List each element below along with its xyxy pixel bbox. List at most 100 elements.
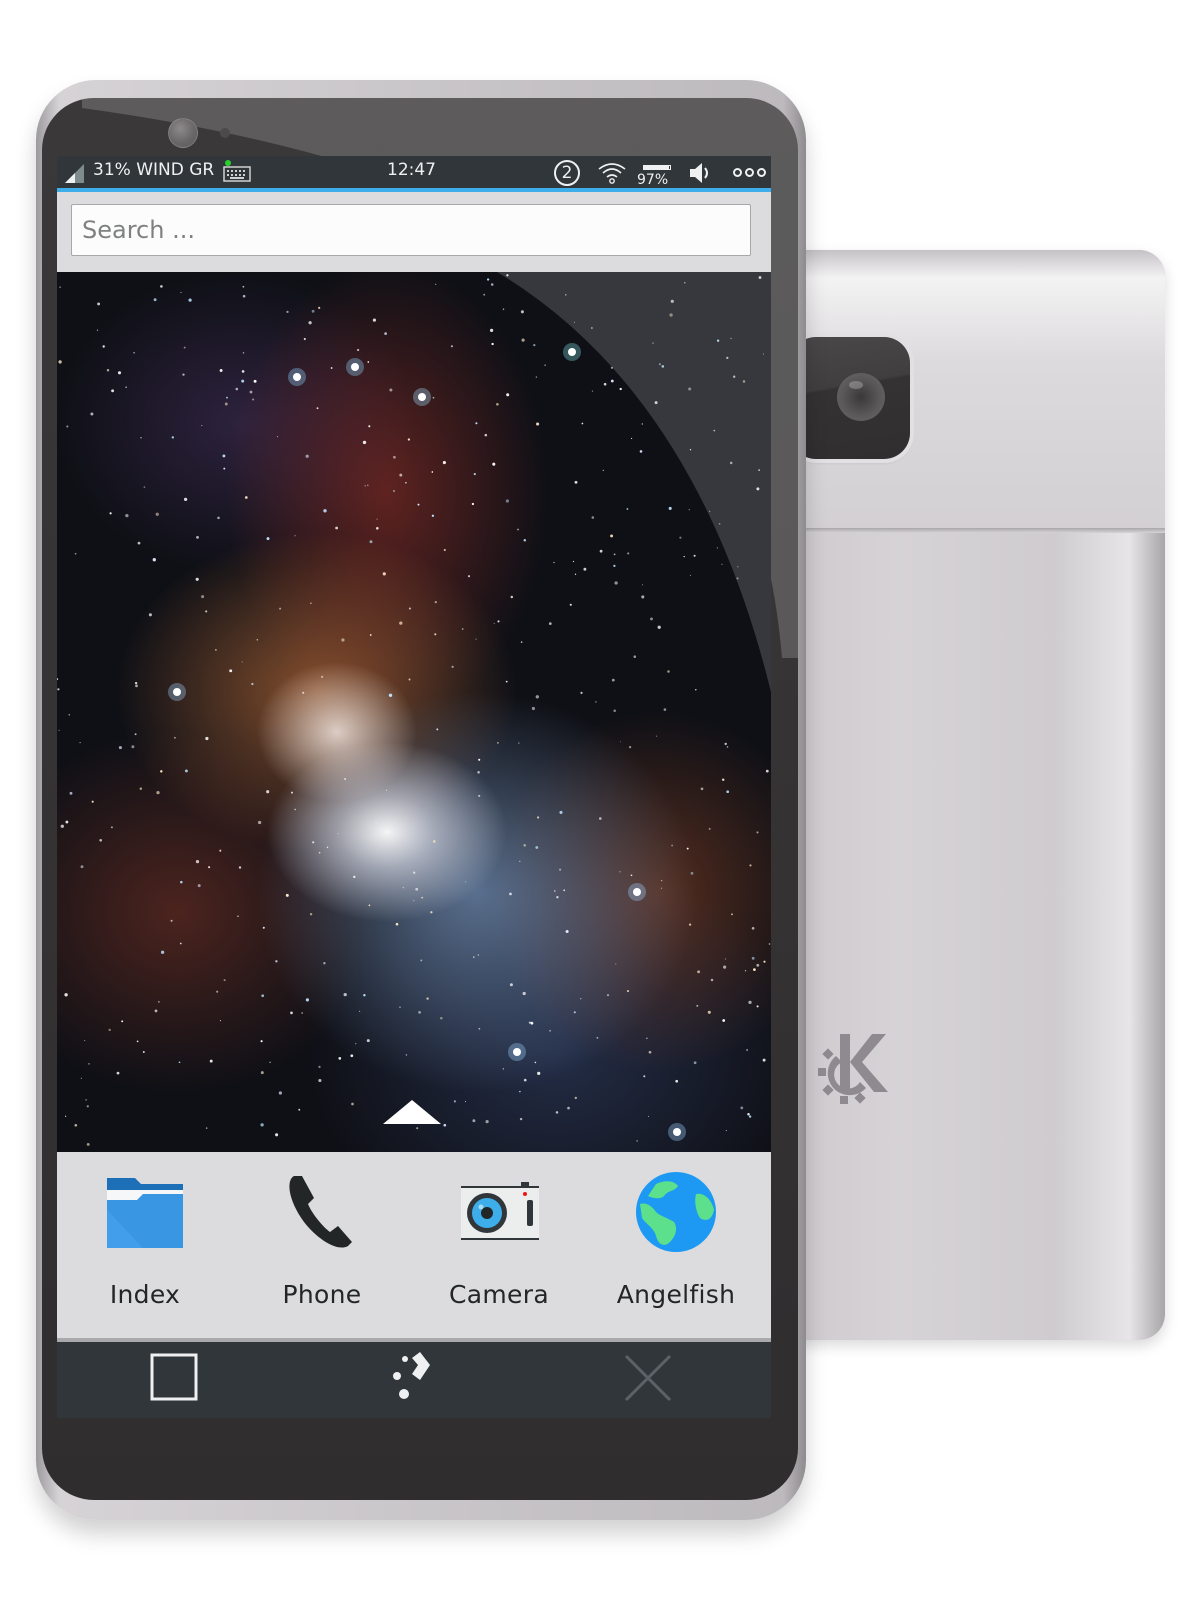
star (143, 486, 146, 488)
status-bar[interactable]: 31% WIND GR 12:47 2 97% (57, 156, 771, 188)
star (386, 789, 388, 791)
star (148, 613, 152, 617)
star (509, 892, 512, 895)
star (188, 298, 192, 302)
rear-camera-lens (837, 373, 885, 421)
star (426, 997, 429, 1000)
camera-icon (461, 1182, 539, 1240)
star (700, 787, 704, 791)
star (323, 509, 327, 513)
kde-home-icon[interactable] (382, 1352, 442, 1404)
square-icon[interactable] (145, 1352, 205, 1404)
star (275, 1133, 279, 1137)
bright-star (173, 688, 181, 696)
star (372, 318, 377, 322)
star (619, 871, 621, 873)
bright-star (418, 393, 426, 401)
notification-badge[interactable]: 2 (554, 160, 580, 186)
star (241, 661, 243, 663)
keyboard-icon[interactable] (223, 164, 251, 182)
star (358, 1010, 361, 1013)
star (384, 332, 387, 335)
star (74, 1123, 78, 1127)
star (748, 1000, 752, 1005)
star (602, 469, 604, 472)
battery-indicator[interactable]: 97% (637, 164, 677, 190)
star (648, 1050, 652, 1054)
star (131, 745, 135, 749)
star (477, 954, 480, 956)
star (262, 926, 265, 929)
chevron-up-icon[interactable] (383, 1100, 441, 1124)
star (249, 390, 253, 394)
star (86, 1105, 89, 1108)
star (613, 553, 616, 556)
star (506, 393, 510, 397)
star (223, 467, 226, 470)
dock-app-angelfish[interactable]: Angelfish (591, 1170, 761, 1330)
close-icon[interactable] (618, 1352, 678, 1404)
star (523, 1078, 527, 1082)
star (133, 351, 135, 354)
star (613, 709, 616, 713)
rear-camera (790, 337, 910, 459)
star (68, 713, 71, 716)
bright-star (673, 1128, 681, 1136)
more-dot (745, 168, 754, 177)
more-icon[interactable] (733, 168, 766, 177)
star (431, 514, 435, 517)
star (473, 956, 475, 958)
wallpaper[interactable] (57, 272, 771, 1152)
search-input[interactable] (71, 204, 751, 256)
star (80, 1077, 82, 1079)
star (453, 1100, 457, 1103)
star (537, 816, 540, 819)
star (747, 1112, 750, 1116)
star (675, 1079, 679, 1083)
star (66, 425, 69, 428)
star (160, 285, 163, 288)
wifi-icon[interactable] (597, 160, 627, 186)
star (65, 820, 69, 824)
star (86, 1142, 90, 1146)
star (749, 864, 752, 867)
volume-icon[interactable] (687, 160, 715, 186)
star (467, 575, 471, 578)
star (756, 831, 759, 834)
star (523, 843, 527, 847)
star (710, 978, 714, 982)
star (405, 1054, 408, 1056)
dock-app-camera[interactable]: Camera (414, 1170, 584, 1330)
star (475, 422, 478, 425)
star (549, 1029, 552, 1032)
star (756, 963, 760, 967)
star (486, 278, 490, 281)
star (139, 787, 142, 790)
dock-app-index[interactable]: Index (60, 1170, 230, 1330)
star (443, 548, 446, 552)
star (574, 1096, 577, 1100)
star (614, 581, 618, 585)
star (344, 778, 347, 780)
star (316, 407, 319, 410)
star (565, 929, 569, 934)
dock-app-phone[interactable]: Phone (237, 1170, 407, 1330)
star (660, 887, 663, 889)
star (442, 461, 446, 465)
star (318, 851, 321, 854)
star (420, 959, 423, 962)
star (196, 536, 199, 539)
star (534, 1061, 537, 1064)
star (335, 526, 338, 530)
star (595, 701, 597, 703)
star (108, 1028, 111, 1032)
star (260, 1071, 264, 1075)
dock-label: Phone (282, 1280, 362, 1309)
star (648, 1115, 649, 1117)
star (693, 554, 696, 557)
star (505, 680, 508, 683)
star (599, 549, 603, 553)
star (242, 352, 245, 354)
star (416, 1127, 419, 1130)
star (275, 960, 278, 963)
